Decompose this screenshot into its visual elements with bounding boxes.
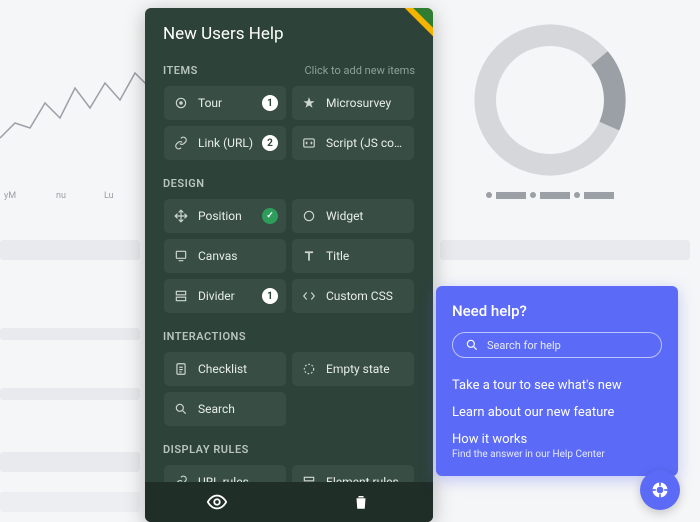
svg-text:yM: yM [4,191,16,201]
help-link-feature[interactable]: Learn about our new feature [452,399,662,426]
code-icon [300,134,318,152]
title-icon [300,247,318,265]
help-search[interactable] [452,332,662,358]
item-script[interactable]: Script (JS code) [292,126,414,160]
target-icon [172,94,190,112]
item-title[interactable]: Title [292,239,414,273]
section-interactions-label: INTERACTIONS [163,330,246,343]
divider-icon [172,287,190,305]
move-icon [172,207,190,225]
empty-icon [300,360,318,378]
help-search-input[interactable] [487,339,649,352]
preview-button[interactable] [205,490,229,514]
badge: 1 [262,288,278,304]
item-checklist[interactable]: Checklist [164,352,286,386]
section-items-hint[interactable]: Click to add new items [304,64,415,77]
panel-title: New Users Help [145,8,433,54]
builder-panel: New Users Help ITEMS Click to add new it… [145,8,433,522]
item-empty-state[interactable]: Empty state [292,352,414,386]
item-css[interactable]: Custom CSS [292,279,414,313]
search-icon [172,400,190,418]
delete-button[interactable] [349,490,373,514]
background-legend [460,185,640,205]
life-ring-icon [650,480,670,500]
item-link[interactable]: Link (URL)2 [164,126,286,160]
item-canvas[interactable]: Canvas [164,239,286,273]
widget-icon [300,207,318,225]
section-design-label: DESIGN [163,177,205,190]
badge: 2 [262,135,278,151]
canvas-icon [172,247,190,265]
help-widget: Need help? Take a tour to see what's new… [436,286,678,476]
item-position[interactable]: Position [164,199,286,233]
checklist-icon [172,360,190,378]
item-divider[interactable]: Divider1 [164,279,286,313]
help-link-sub: Find the answer in our Help Center [452,449,662,460]
svg-text:nu: nu [56,191,66,201]
star-icon [300,94,318,112]
link-icon [172,134,190,152]
badge: 1 [262,95,278,111]
panel-corner-accent [393,8,433,48]
badge-check [262,208,278,224]
svg-text:Lu: Lu [104,191,114,201]
search-icon [465,338,479,352]
css-icon [300,287,318,305]
section-display-rules-label: DISPLAY RULES [163,443,249,456]
panel-bottom-bar [145,482,433,522]
background-line-chart: yM nu Lu [0,28,160,208]
item-microsurvey[interactable]: Microsurvey [292,86,414,120]
help-link-tour[interactable]: Take a tour to see what's new [452,372,662,399]
help-title: Need help? [452,302,662,320]
section-items-label: ITEMS [163,64,198,77]
item-tour[interactable]: Tour1 [164,86,286,120]
item-widget[interactable]: Widget [292,199,414,233]
background-donut-chart [460,10,640,190]
item-search[interactable]: Search [164,392,286,426]
help-fab[interactable] [640,470,680,510]
